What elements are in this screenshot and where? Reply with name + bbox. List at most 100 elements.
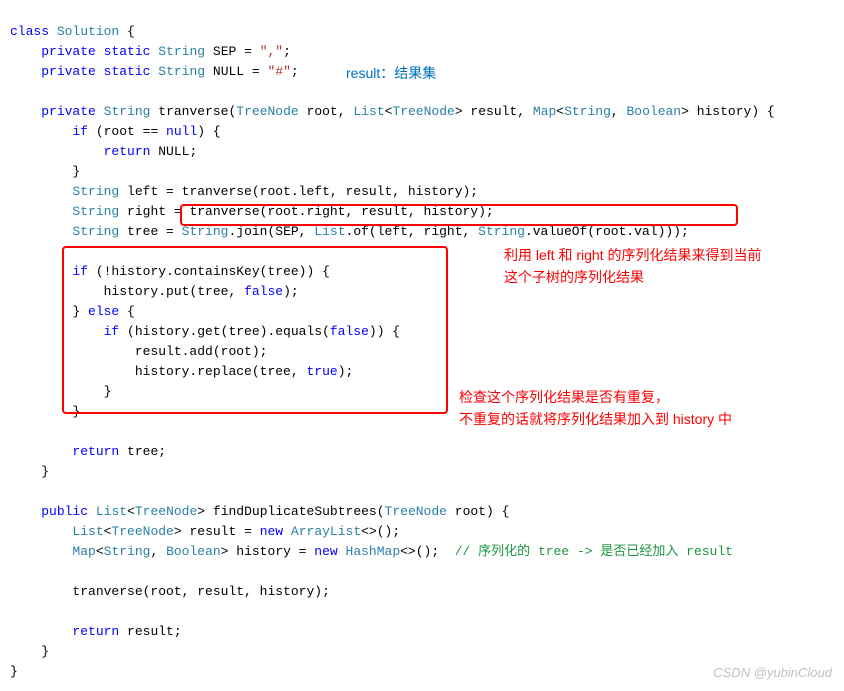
code-token: false: [330, 324, 369, 339]
code-token: private: [41, 64, 96, 79]
code-token: private: [41, 104, 96, 119]
code-token: Boolean: [166, 544, 221, 559]
annotation-serialize: 利用 left 和 right 的序列化结果来得到当前 这个子树的序列化结果: [504, 244, 761, 288]
code-token: String: [72, 204, 119, 219]
code-token: new: [260, 524, 283, 539]
code-token: ) {: [197, 124, 220, 139]
code-token: root: [307, 104, 338, 119]
code-token: (root ==: [88, 124, 166, 139]
code-token: "#": [268, 64, 291, 79]
code-comment: // 序列化的 tree -> 是否已经加入 result: [455, 544, 733, 559]
code-token: (: [377, 504, 385, 519]
code-token: }: [72, 404, 80, 419]
code-token: else: [88, 304, 119, 319]
code-token: <: [127, 504, 135, 519]
code-token: TreeNode: [135, 504, 197, 519]
code-token: ArrayList: [291, 524, 361, 539]
code-token: result;: [119, 624, 181, 639]
code-token: result: [470, 104, 517, 119]
code-token: left = tranverse(root.left, result, hist…: [119, 184, 478, 199]
code-token: String: [158, 64, 205, 79]
code-token: .join(SEP,: [228, 224, 314, 239]
watermark: CSDN @yubinCloud: [713, 663, 832, 683]
code-token: List: [72, 524, 103, 539]
code-token: String: [158, 44, 205, 59]
code-token: {: [119, 304, 135, 319]
code-token: TreeNode: [392, 104, 454, 119]
code-token: =: [244, 64, 267, 79]
code-token: if: [72, 264, 88, 279]
code-token: TreeNode: [111, 524, 173, 539]
code-token: > result =: [174, 524, 260, 539]
code-token: >: [455, 104, 471, 119]
code-token: private: [41, 44, 96, 59]
code-token: List: [353, 104, 384, 119]
code-token: =: [236, 44, 259, 59]
code-token: tree =: [119, 224, 181, 239]
code-token: tranverse: [158, 104, 228, 119]
code-token: String: [72, 224, 119, 239]
code-block: class Solution { private static String S…: [0, 0, 844, 684]
code-token: List: [96, 504, 127, 519]
code-token: Boolean: [626, 104, 681, 119]
code-token: }: [104, 384, 112, 399]
code-token: ) {: [751, 104, 774, 119]
code-token: false: [244, 284, 283, 299]
code-token: result.add(root);: [135, 344, 268, 359]
code-token: ,: [338, 104, 354, 119]
code-token: String: [478, 224, 525, 239]
code-token: tree;: [119, 444, 166, 459]
code-token: return: [104, 144, 151, 159]
code-token: if: [72, 124, 88, 139]
code-token: HashMap: [346, 544, 401, 559]
code-token: String: [104, 544, 151, 559]
code-token: > history =: [221, 544, 315, 559]
code-token: TreeNode: [236, 104, 298, 119]
code-token: Map: [72, 544, 95, 559]
code-token: String: [182, 224, 229, 239]
code-token: findDuplicateSubtrees: [213, 504, 377, 519]
code-token: NULL;: [150, 144, 197, 159]
code-token: <>();: [400, 544, 455, 559]
code-token: if: [104, 324, 120, 339]
code-token: true: [306, 364, 337, 379]
code-token: String: [104, 104, 151, 119]
code-token: ;: [283, 44, 291, 59]
code-token: Map: [533, 104, 556, 119]
code-token: <: [556, 104, 564, 119]
code-token: NULL: [213, 64, 244, 79]
code-token: .valueOf(root.val)));: [525, 224, 689, 239]
code-token: Solution: [57, 24, 119, 39]
code-token: TreeNode: [385, 504, 447, 519]
code-token: >: [197, 504, 213, 519]
code-token: [283, 524, 291, 539]
code-token: [338, 544, 346, 559]
code-token: );: [283, 284, 299, 299]
code-token: )) {: [369, 324, 400, 339]
code-token: static: [104, 44, 151, 59]
code-token: String: [564, 104, 611, 119]
code-token: new: [314, 544, 337, 559]
code-token: (!history.containsKey(tree)) {: [88, 264, 330, 279]
code-token: history.replace(tree,: [135, 364, 307, 379]
code-token: ,: [517, 104, 533, 119]
code-token: static: [104, 64, 151, 79]
code-token: history: [697, 104, 752, 119]
code-token: return: [72, 624, 119, 639]
code-token: String: [72, 184, 119, 199]
code-token: .of(left, right,: [346, 224, 479, 239]
code-token: <: [96, 544, 104, 559]
code-token: tranverse(root, result, history);: [72, 584, 329, 599]
code-token: return: [72, 444, 119, 459]
code-token: List: [314, 224, 345, 239]
code-token: ,: [150, 544, 166, 559]
code-token: }: [41, 464, 49, 479]
code-token: public: [41, 504, 88, 519]
code-token: );: [338, 364, 354, 379]
annotation-check: 检查这个序列化结果是否有重复， 不重复的话就将序列化结果加入到 history …: [459, 386, 732, 430]
code-token: }: [10, 664, 18, 679]
code-token: (history.get(tree).equals(: [119, 324, 330, 339]
code-token: class: [10, 24, 49, 39]
code-token: null: [166, 124, 197, 139]
code-token: ;: [291, 64, 299, 79]
